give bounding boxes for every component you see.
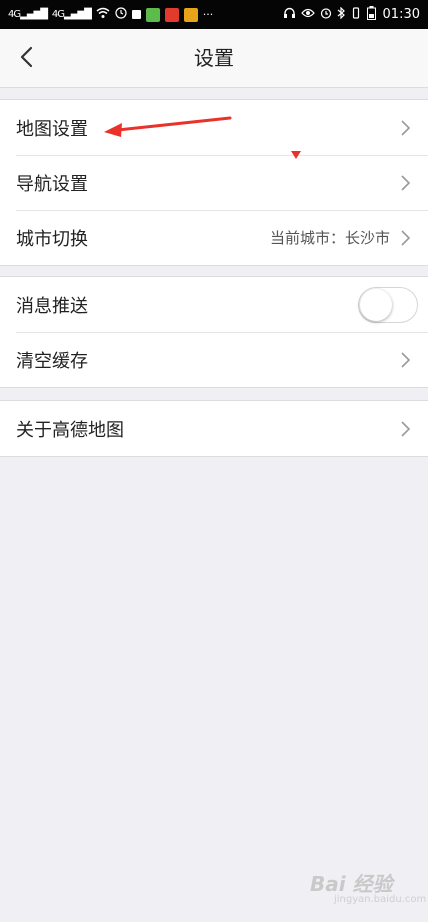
wifi-icon [96,7,110,22]
settings-group-misc: 消息推送 清空缓存 [0,276,428,388]
clear-cache-item[interactable]: 清空缓存 [0,332,428,387]
about-amap-item[interactable]: 关于高德地图 [0,401,428,456]
annotation-arrow-icon [104,116,232,137]
chevron-right-icon [401,420,411,437]
push-notification-toggle[interactable] [358,286,418,323]
network-type-1: 4G [8,9,21,20]
more-notifications: ··· [202,8,214,21]
push-notification-label: 消息推送 [16,295,88,317]
watermark-logo: Bai 经验 [310,872,393,896]
current-city-value: 当前城市：长沙市 [269,229,390,247]
vibrate-icon [350,7,362,22]
status-right: 01:30 [283,6,420,23]
app-notification-icon-2 [164,7,179,22]
annotation-marker-icon [291,151,301,159]
app-notification-icon-1 [145,7,160,22]
signal-icon-1: 4G▂▄▆█ [8,9,48,20]
navigation-settings-label: 导航设置 [16,173,88,195]
settings-group-about: 关于高德地图 [0,400,428,457]
back-button[interactable] [6,37,46,77]
watermark-url: jingyan.baidu.com [334,894,427,905]
city-switch-label: 城市切换 [16,228,88,250]
about-amap-label: 关于高德地图 [16,419,124,441]
push-notification-item: 消息推送 [0,277,428,332]
network-type-2: 4G [51,9,65,20]
app-notification-icon-3 [183,7,198,22]
bluetooth-icon [337,6,345,22]
nav-bar: 设置 [0,29,428,88]
page-title: 设置 [194,46,234,70]
city-switch-item[interactable]: 城市切换 当前城市：长沙市 [0,210,428,265]
chevron-right-icon [401,174,411,191]
alarm-icon [320,7,332,22]
status-bar: 4G▂▄▆█ 4G▂▄▆█ ··· 01:30 [0,0,428,29]
status-left: 4G▂▄▆█ 4G▂▄▆█ ··· [8,7,213,22]
notification-square-icon [131,10,141,19]
chevron-right-icon [401,351,411,368]
headset-icon [283,7,296,22]
chevron-right-icon [401,229,411,246]
signal-icon-2: 4G▂▄▆█ [51,9,92,20]
eye-icon [300,8,315,21]
toggle-knob [360,288,392,321]
clear-cache-label: 清空缓存 [16,350,88,372]
sync-icon [115,7,127,22]
navigation-settings-item[interactable]: 导航设置 [0,155,428,210]
battery-icon [366,6,376,23]
back-arrow-icon [20,46,33,68]
chevron-right-icon [401,119,411,136]
clock-time: 01:30 [382,7,420,22]
